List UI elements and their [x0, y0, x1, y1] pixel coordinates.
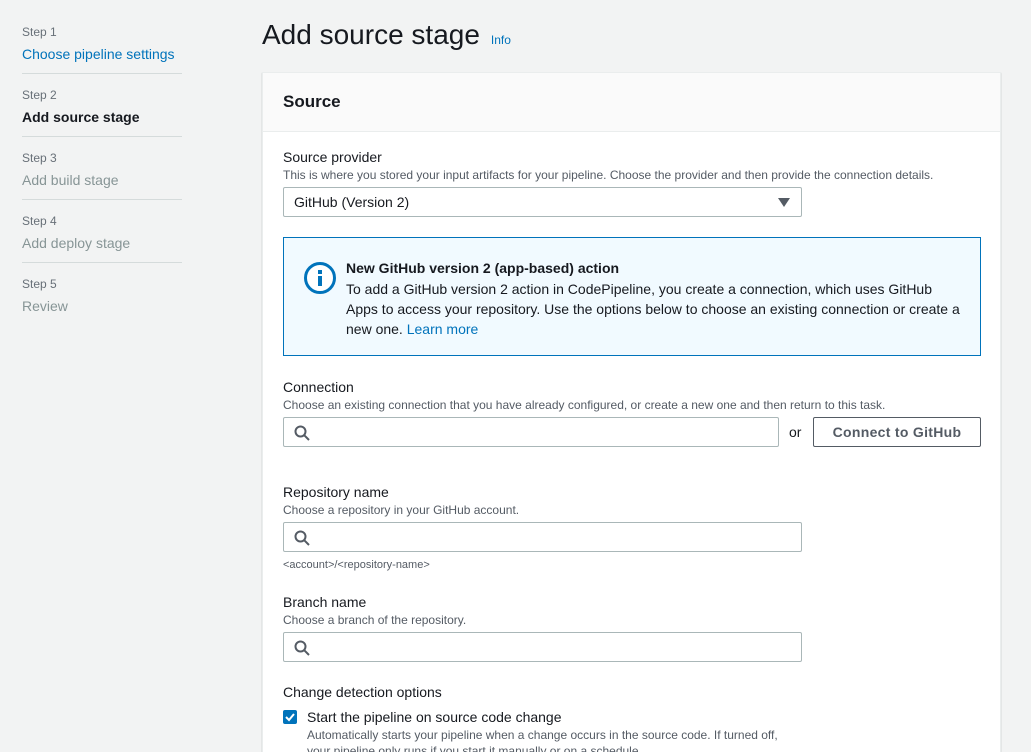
source-section-title: Source	[283, 92, 341, 111]
start-on-change-checkbox[interactable]	[283, 710, 297, 724]
step-1: Step 1 Choose pipeline settings	[22, 22, 182, 74]
container-header: Source	[263, 73, 1000, 132]
source-provider-label: Source provider	[283, 149, 382, 165]
step-number: Step 4	[22, 214, 57, 228]
step-number: Step 5	[22, 277, 57, 291]
repository-name-label: Repository name	[283, 484, 389, 500]
wizard-steps-nav: Step 1 Choose pipeline settings Step 2 A…	[22, 22, 182, 337]
step-number: Step 1	[22, 25, 57, 39]
search-icon	[294, 425, 310, 441]
step-2: Step 2 Add source stage	[22, 85, 182, 137]
repository-constraint-text: <account>/<repository-name>	[283, 559, 430, 571]
source-provider-value: GitHub (Version 2)	[294, 194, 410, 210]
or-separator: or	[789, 424, 802, 440]
github-info-alert: New GitHub version 2 (app-based) action …	[283, 237, 981, 356]
page-header: Add source stage Info	[262, 18, 511, 52]
start-on-change-description: Automatically starts your pipeline when …	[307, 728, 778, 752]
step-5: Step 5 Review	[22, 274, 182, 326]
checkmark-icon	[285, 713, 295, 722]
source-provider-description: This is where you stored your input arti…	[283, 168, 934, 182]
connection-search-input[interactable]	[283, 417, 779, 447]
step-number: Step 2	[22, 88, 57, 102]
connection-description: Choose an existing connection that you h…	[283, 398, 886, 412]
step-link-pipeline-settings[interactable]: Choose pipeline settings	[22, 45, 182, 63]
source-provider-select[interactable]: GitHub (Version 2)	[283, 187, 802, 217]
step-review: Review	[22, 298, 68, 314]
step-build-stage: Add build stage	[22, 172, 119, 188]
start-on-change-label[interactable]: Start the pipeline on source code change	[307, 708, 562, 726]
learn-more-link[interactable]: Learn more	[407, 321, 479, 337]
step-number: Step 3	[22, 151, 57, 165]
search-icon	[294, 530, 310, 546]
info-link[interactable]: Info	[491, 33, 511, 47]
step-4: Step 4 Add deploy stage	[22, 211, 182, 263]
step-3: Step 3 Add build stage	[22, 148, 182, 200]
connect-to-github-button[interactable]: Connect to GitHub	[813, 417, 981, 447]
info-circle-icon	[304, 262, 336, 294]
change-detection-label: Change detection options	[283, 684, 442, 700]
branch-search-input[interactable]	[283, 632, 802, 662]
alert-body: To add a GitHub version 2 action in Code…	[346, 279, 960, 339]
step-deploy-stage: Add deploy stage	[22, 235, 131, 251]
branch-name-label: Branch name	[283, 594, 367, 610]
branch-name-description: Choose a branch of the repository.	[283, 613, 467, 627]
page-title: Add source stage	[262, 19, 480, 50]
source-container: Source Source provider This is where you…	[262, 72, 1001, 752]
repository-search-input[interactable]	[283, 522, 802, 552]
branch-text-field[interactable]	[284, 633, 801, 661]
search-icon	[294, 640, 310, 656]
alert-title: New GitHub version 2 (app-based) action	[346, 260, 620, 276]
caret-down-icon	[778, 198, 790, 207]
repository-text-field[interactable]	[284, 523, 801, 551]
step-current-source-stage: Add source stage	[22, 109, 140, 125]
connection-label: Connection	[283, 379, 354, 395]
repository-name-description: Choose a repository in your GitHub accou…	[283, 503, 520, 517]
connection-text-field[interactable]	[284, 418, 778, 446]
